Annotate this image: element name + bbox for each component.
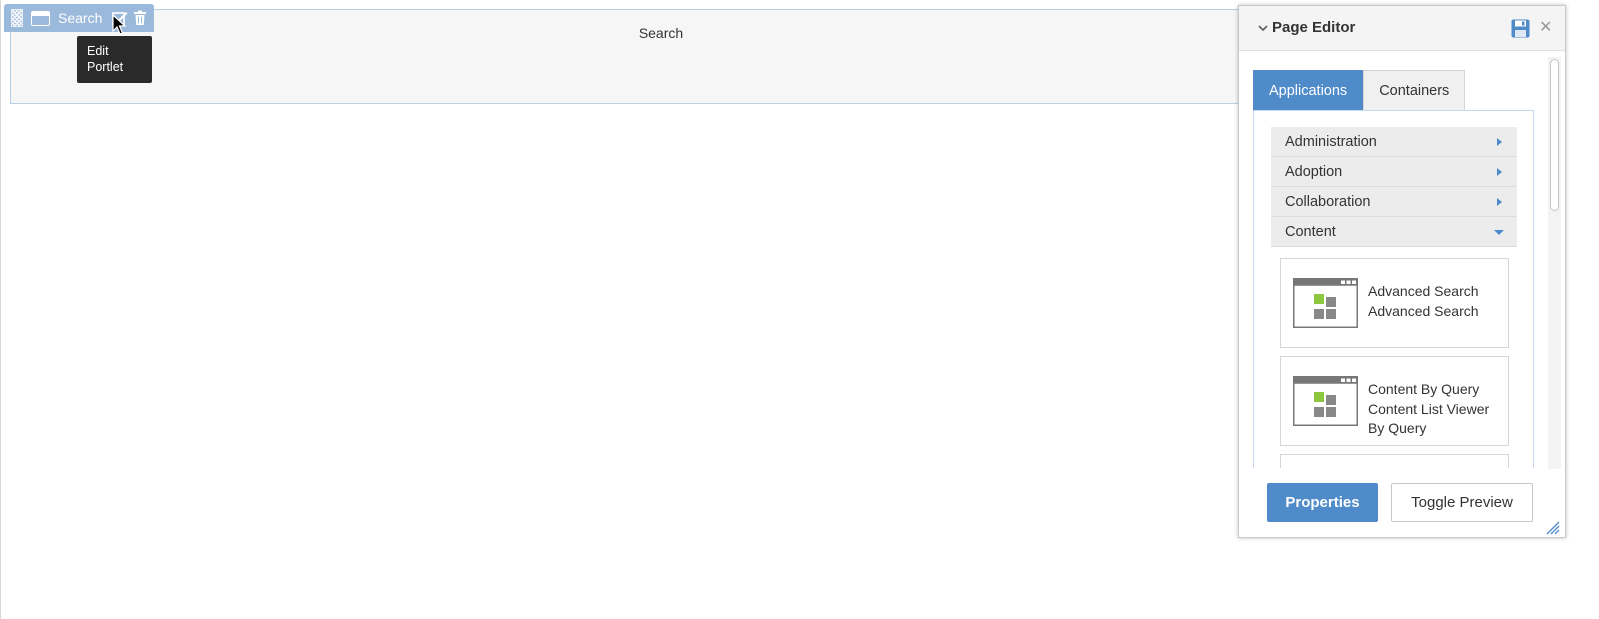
- app-card-partial[interactable]: [1280, 454, 1509, 468]
- category-content[interactable]: Content: [1271, 217, 1517, 247]
- save-icon[interactable]: [1511, 19, 1530, 38]
- caret-down-icon: [1494, 230, 1504, 235]
- category-adoption[interactable]: Adoption: [1271, 157, 1517, 187]
- tab-containers[interactable]: Containers: [1363, 70, 1466, 111]
- category-collaboration[interactable]: Collaboration: [1271, 187, 1517, 217]
- tab-applications[interactable]: Applications: [1253, 70, 1364, 111]
- app-description: Advanced Search: [1368, 302, 1479, 319]
- portlet-title: Search: [638, 25, 684, 41]
- category-administration[interactable]: Administration: [1271, 127, 1517, 157]
- app-text: Advanced Search Advanced Search: [1368, 282, 1479, 321]
- drag-handle-icon[interactable]: [11, 9, 23, 27]
- toggle-preview-button[interactable]: Toggle Preview: [1391, 483, 1533, 522]
- page-editor-tabs: Applications Containers: [1253, 70, 1466, 111]
- app-content-by-query[interactable]: Content By Query Content List Viewer By …: [1280, 356, 1509, 446]
- app-name: Advanced Search: [1368, 283, 1479, 299]
- trash-icon[interactable]: [133, 10, 149, 26]
- portlet-toolbar[interactable]: Search: [4, 4, 154, 32]
- caret-right-icon: [1497, 198, 1502, 206]
- app-advanced-search[interactable]: Advanced Search Advanced Search: [1280, 258, 1509, 348]
- panel-scrollbar[interactable]: [1548, 57, 1561, 469]
- app-text: Content By Query Content List Viewer By …: [1368, 380, 1503, 439]
- category-label: Content: [1285, 224, 1336, 240]
- resize-icon[interactable]: [1546, 521, 1560, 535]
- page-editor-panel[interactable]: Page Editor ✕ Applications Containers Ad…: [1238, 5, 1566, 538]
- search-portlet[interactable]: Search: [10, 9, 1310, 104]
- scrollbar-thumb[interactable]: [1550, 59, 1559, 211]
- page-editor-header[interactable]: Page Editor ✕: [1239, 6, 1565, 51]
- page-editor-title: Page Editor: [1272, 19, 1356, 36]
- mouse-cursor-icon: [112, 14, 127, 35]
- caret-right-icon: [1497, 168, 1502, 176]
- application-icon: [1293, 376, 1358, 426]
- page-left-border: [0, 0, 1, 619]
- close-icon[interactable]: ✕: [1539, 17, 1552, 37]
- chevron-down-icon[interactable]: [1257, 22, 1269, 34]
- app-description: Content List Viewer By Query: [1368, 400, 1490, 437]
- caret-right-icon: [1497, 138, 1502, 146]
- applications-tab-panel: Administration Adoption Collaboration Co…: [1253, 110, 1534, 468]
- category-label: Collaboration: [1285, 194, 1371, 210]
- category-label: Administration: [1285, 134, 1377, 150]
- app-name: Content By Query: [1368, 381, 1480, 397]
- window-icon: [31, 10, 50, 26]
- properties-button[interactable]: Properties: [1267, 483, 1378, 522]
- application-icon: [1293, 278, 1358, 328]
- category-label: Adoption: [1285, 164, 1343, 180]
- portlet-toolbar-label: Search: [58, 10, 103, 26]
- edit-portlet-tooltip: Edit Portlet: [77, 36, 152, 83]
